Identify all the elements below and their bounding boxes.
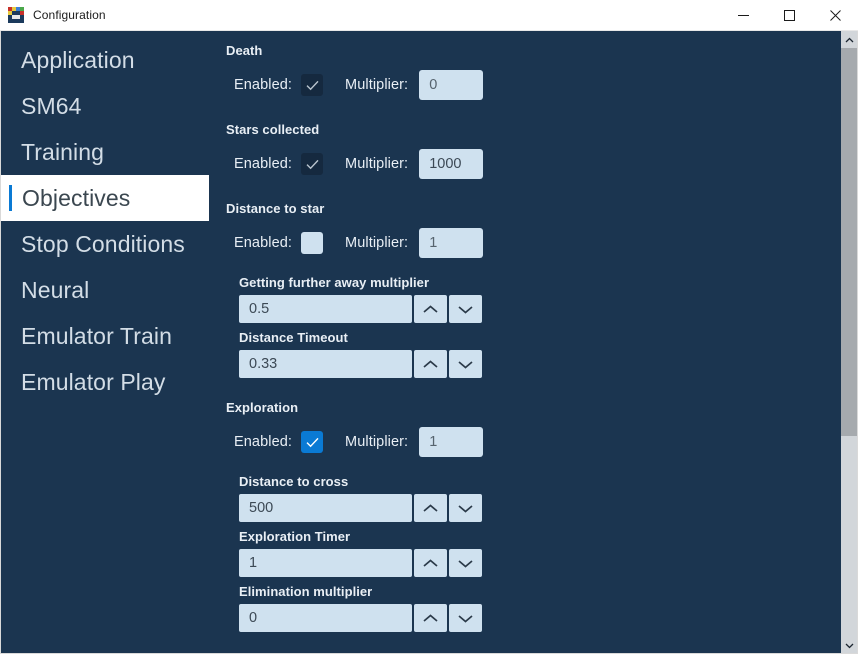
section-title: Death bbox=[226, 43, 263, 58]
spinner-decrement-button[interactable] bbox=[449, 350, 482, 378]
spinner-decrement-button[interactable] bbox=[449, 549, 482, 577]
sidebar-item-stop-conditions[interactable]: Stop Conditions bbox=[0, 221, 209, 267]
multiplier-label: Multiplier: bbox=[345, 77, 409, 93]
multiplier-input[interactable]: 0 bbox=[419, 70, 484, 100]
enabled-label: Enabled: bbox=[234, 434, 293, 450]
sidebar-item-neural[interactable]: Neural bbox=[0, 267, 209, 313]
chevron-down-icon bbox=[845, 643, 854, 648]
enabled-checkbox[interactable] bbox=[301, 153, 324, 175]
sidebar-item-label: Neural bbox=[21, 276, 90, 303]
objectives-content: Death Enabled: Multiplier: 0 Stars collected… bbox=[209, 43, 841, 632]
sidebar-item-application[interactable]: Application bbox=[0, 37, 209, 83]
objectives-panel: Death Enabled: Multiplier: 0 Stars collected… bbox=[209, 31, 841, 654]
spinner-decrement-button[interactable] bbox=[449, 494, 482, 522]
app-icon bbox=[8, 7, 24, 23]
sidebar-item-label: Stop Conditions bbox=[21, 230, 185, 257]
sidebar-item-label: Training bbox=[21, 138, 105, 165]
spinner-decrement-button[interactable] bbox=[449, 295, 482, 323]
sidebar-item-label: SM64 bbox=[21, 92, 82, 119]
spinner-input[interactable]: 0.33 bbox=[239, 350, 412, 378]
enabled-multiplier-row: Enabled: Multiplier: 1 bbox=[226, 228, 841, 258]
title-bar: Configuration bbox=[0, 0, 858, 31]
sidebar-item-emulator-play[interactable]: Emulator Play bbox=[0, 359, 209, 405]
checkmark-icon bbox=[306, 437, 319, 447]
checkmark-icon bbox=[306, 80, 319, 90]
spinner-increment-button[interactable] bbox=[414, 549, 447, 577]
chevron-down-icon bbox=[458, 614, 473, 623]
vertical-scrollbar[interactable] bbox=[841, 31, 858, 654]
multiplier-input[interactable]: 1 bbox=[419, 228, 484, 258]
spinner-input[interactable]: 0.5 bbox=[239, 295, 412, 323]
spinner-increment-button[interactable] bbox=[414, 494, 447, 522]
sidebar-selection-indicator bbox=[9, 185, 12, 211]
chevron-down-icon bbox=[458, 360, 473, 369]
spinner-control: 0.5 bbox=[239, 295, 841, 323]
multiplier-label: Multiplier: bbox=[345, 235, 409, 251]
enabled-label: Enabled: bbox=[234, 156, 293, 172]
chevron-down-icon bbox=[458, 504, 473, 513]
spinner-label: Elimination multiplier bbox=[239, 584, 373, 599]
chevron-up-icon bbox=[423, 503, 438, 512]
spinner-control: 0.33 bbox=[239, 350, 841, 378]
maximize-button[interactable] bbox=[766, 0, 812, 31]
spinner-decrement-button[interactable] bbox=[449, 604, 482, 632]
spinner-input[interactable]: 1 bbox=[239, 549, 412, 577]
spinner-label: Distance Timeout bbox=[239, 330, 348, 345]
spinner-control: 1 bbox=[239, 549, 841, 577]
enabled-checkbox[interactable] bbox=[301, 74, 324, 96]
enabled-label: Enabled: bbox=[234, 235, 293, 251]
window-controls bbox=[720, 0, 858, 31]
sidebar-item-label: Emulator Play bbox=[21, 368, 166, 395]
enabled-multiplier-row: Enabled: Multiplier: 1 bbox=[226, 427, 841, 457]
sidebar-item-training[interactable]: Training bbox=[0, 129, 209, 175]
chevron-up-icon bbox=[423, 558, 438, 567]
spinner-label: Getting further away multiplier bbox=[239, 275, 430, 290]
close-button[interactable] bbox=[812, 0, 858, 31]
scrollbar-thumb[interactable] bbox=[841, 48, 858, 436]
chevron-up-icon bbox=[423, 613, 438, 622]
spinner-control: 500 bbox=[239, 494, 841, 522]
multiplier-input[interactable]: 1000 bbox=[419, 149, 484, 179]
sidebar: Application SM64 Training Objectives Stop Co… bbox=[0, 31, 209, 654]
multiplier-label: Multiplier: bbox=[345, 156, 409, 172]
spinner-control: 0 bbox=[239, 604, 841, 632]
spinner-increment-button[interactable] bbox=[414, 350, 447, 378]
chevron-up-icon bbox=[845, 37, 854, 42]
sidebar-item-label: Emulator Train bbox=[21, 322, 172, 349]
sidebar-item-emulator-train[interactable]: Emulator Train bbox=[0, 313, 209, 359]
sidebar-item-sm64[interactable]: SM64 bbox=[0, 83, 209, 129]
spinner-increment-button[interactable] bbox=[414, 604, 447, 632]
spinner-label: Exploration Timer bbox=[239, 529, 351, 544]
section-title: Distance to star bbox=[226, 201, 325, 216]
chevron-up-icon bbox=[423, 359, 438, 368]
section-title: Exploration bbox=[226, 400, 299, 415]
chevron-down-icon bbox=[458, 559, 473, 568]
spinner-input[interactable]: 0 bbox=[239, 604, 412, 632]
enabled-checkbox[interactable] bbox=[301, 232, 324, 254]
spinner-input[interactable]: 500 bbox=[239, 494, 412, 522]
spinner-increment-button[interactable] bbox=[414, 295, 447, 323]
sidebar-item-objectives[interactable]: Objectives bbox=[0, 175, 209, 221]
checkmark-icon bbox=[306, 159, 319, 169]
spinner-label: Distance to cross bbox=[239, 474, 349, 489]
scrollbar-down-button[interactable] bbox=[841, 637, 858, 654]
enabled-multiplier-row: Enabled: Multiplier: 0 bbox=[226, 70, 841, 100]
enabled-multiplier-row: Enabled: Multiplier: 1000 bbox=[226, 149, 841, 179]
section-title: Stars collected bbox=[226, 122, 320, 137]
window-title: Configuration bbox=[33, 8, 106, 22]
chevron-up-icon bbox=[423, 304, 438, 313]
multiplier-input[interactable]: 1 bbox=[419, 427, 484, 457]
enabled-label: Enabled: bbox=[234, 77, 293, 93]
minimize-button[interactable] bbox=[720, 0, 766, 31]
scrollbar-up-button[interactable] bbox=[841, 31, 858, 48]
chevron-down-icon bbox=[458, 305, 473, 314]
sidebar-item-label: Application bbox=[21, 46, 135, 73]
enabled-checkbox[interactable] bbox=[301, 431, 324, 453]
window-body: Application SM64 Training Objectives Stop Co… bbox=[0, 31, 858, 654]
sidebar-item-label: Objectives bbox=[22, 184, 131, 211]
multiplier-label: Multiplier: bbox=[345, 434, 409, 450]
